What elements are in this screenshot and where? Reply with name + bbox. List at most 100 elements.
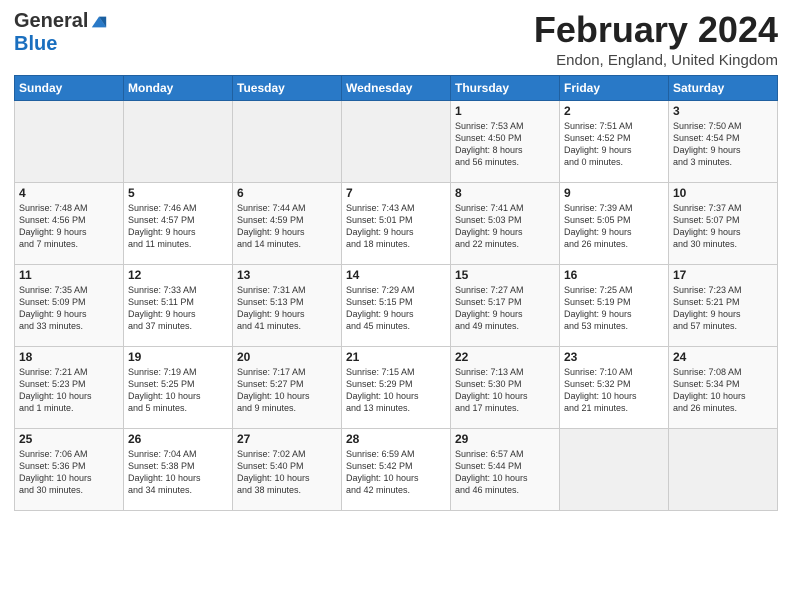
day-info: Sunrise: 7:31 AMSunset: 5:13 PMDaylight:… (237, 284, 337, 333)
day-number: 14 (346, 268, 446, 282)
day-info: Sunrise: 7:17 AMSunset: 5:27 PMDaylight:… (237, 366, 337, 415)
calendar-row-3: 11Sunrise: 7:35 AMSunset: 5:09 PMDayligh… (15, 264, 778, 346)
calendar-cell: 25Sunrise: 7:06 AMSunset: 5:36 PMDayligh… (15, 428, 124, 510)
day-info: Sunrise: 7:53 AMSunset: 4:50 PMDaylight:… (455, 120, 555, 169)
day-info: Sunrise: 6:57 AMSunset: 5:44 PMDaylight:… (455, 448, 555, 497)
header-area: General Blue February 2024 Endon, Englan… (14, 10, 778, 69)
day-info: Sunrise: 7:51 AMSunset: 4:52 PMDaylight:… (564, 120, 664, 169)
day-number: 10 (673, 186, 773, 200)
day-info: Sunrise: 7:50 AMSunset: 4:54 PMDaylight:… (673, 120, 773, 169)
day-number: 26 (128, 432, 228, 446)
calendar-cell: 5Sunrise: 7:46 AMSunset: 4:57 PMDaylight… (124, 182, 233, 264)
calendar-cell: 24 Sunrise: 7:08 AMSunset: 5:34 PMDayligh… (669, 346, 778, 428)
calendar-container: General Blue February 2024 Endon, Englan… (0, 0, 792, 517)
calendar-cell: 8Sunrise: 7:41 AMSunset: 5:03 PMDaylight… (451, 182, 560, 264)
day-info: Sunrise: 7:23 AMSunset: 5:21 PMDaylight:… (673, 284, 773, 333)
calendar-row-5: 25Sunrise: 7:06 AMSunset: 5:36 PMDayligh… (15, 428, 778, 510)
day-info: Sunrise: 7:15 AMSunset: 5:29 PMDaylight:… (346, 366, 446, 415)
calendar-cell: 13Sunrise: 7:31 AMSunset: 5:13 PMDayligh… (233, 264, 342, 346)
calendar-cell: 6 Sunrise: 7:44 AMSunset: 4:59 PMDaylight… (233, 182, 342, 264)
day-info: Sunrise: 7:25 AMSunset: 5:19 PMDaylight:… (564, 284, 664, 333)
calendar-cell: 26 Sunrise: 7:04 AMSunset: 5:38 PMDayligh… (124, 428, 233, 510)
col-wednesday: Wednesday (342, 75, 451, 100)
calendar-cell: 15 Sunrise: 7:27 AMSunset: 5:17 PMDayligh… (451, 264, 560, 346)
day-number: 15 (455, 268, 555, 282)
day-number: 29 (455, 432, 555, 446)
day-info: Sunrise: 7:21 AMSunset: 5:23 PMDaylight:… (19, 366, 119, 415)
calendar-cell: 3Sunrise: 7:50 AMSunset: 4:54 PMDaylight… (669, 100, 778, 182)
day-info: Sunrise: 7:37 AMSunset: 5:07 PMDaylight:… (673, 202, 773, 251)
calendar-cell: 29 Sunrise: 6:57 AMSunset: 5:44 PMDayligh… (451, 428, 560, 510)
calendar-row-2: 4 Sunrise: 7:48 AMSunset: 4:56 PMDaylight… (15, 182, 778, 264)
day-number: 16 (564, 268, 664, 282)
day-number: 24 (673, 350, 773, 364)
day-number: 4 (19, 186, 119, 200)
calendar-cell: 19 Sunrise: 7:19 AMSunset: 5:25 PMDayligh… (124, 346, 233, 428)
day-number: 8 (455, 186, 555, 200)
col-tuesday: Tuesday (233, 75, 342, 100)
day-number: 21 (346, 350, 446, 364)
header-row: Sunday Monday Tuesday Wednesday Thursday… (15, 75, 778, 100)
month-title: February 2024 (534, 10, 778, 50)
calendar-cell: 23 Sunrise: 7:10 AMSunset: 5:32 PMDayligh… (560, 346, 669, 428)
day-info: Sunrise: 7:10 AMSunset: 5:32 PMDaylight:… (564, 366, 664, 415)
col-monday: Monday (124, 75, 233, 100)
calendar-cell (669, 428, 778, 510)
day-number: 20 (237, 350, 337, 364)
day-number: 28 (346, 432, 446, 446)
day-info: Sunrise: 7:33 AMSunset: 5:11 PMDaylight:… (128, 284, 228, 333)
calendar-cell (124, 100, 233, 182)
day-info: Sunrise: 7:08 AMSunset: 5:34 PMDaylight:… (673, 366, 773, 415)
day-number: 6 (237, 186, 337, 200)
day-info: Sunrise: 7:39 AMSunset: 5:05 PMDaylight:… (564, 202, 664, 251)
day-info: Sunrise: 7:27 AMSunset: 5:17 PMDaylight:… (455, 284, 555, 333)
day-number: 7 (346, 186, 446, 200)
location-title: Endon, England, United Kingdom (534, 52, 778, 69)
calendar-body: 1Sunrise: 7:53 AMSunset: 4:50 PMDaylight… (15, 100, 778, 510)
day-number: 5 (128, 186, 228, 200)
calendar-cell: 7 Sunrise: 7:43 AMSunset: 5:01 PMDaylight… (342, 182, 451, 264)
calendar-cell: 21 Sunrise: 7:15 AMSunset: 5:29 PMDayligh… (342, 346, 451, 428)
day-number: 9 (564, 186, 664, 200)
day-number: 17 (673, 268, 773, 282)
day-info: Sunrise: 6:59 AMSunset: 5:42 PMDaylight:… (346, 448, 446, 497)
day-number: 12 (128, 268, 228, 282)
day-number: 23 (564, 350, 664, 364)
calendar-cell: 16 Sunrise: 7:25 AMSunset: 5:19 PMDayligh… (560, 264, 669, 346)
title-area: February 2024 Endon, England, United Kin… (534, 10, 778, 69)
day-info: Sunrise: 7:06 AMSunset: 5:36 PMDaylight:… (19, 448, 119, 497)
col-thursday: Thursday (451, 75, 560, 100)
day-number: 19 (128, 350, 228, 364)
col-sunday: Sunday (15, 75, 124, 100)
day-info: Sunrise: 7:48 AMSunset: 4:56 PMDaylight:… (19, 202, 119, 251)
logo: General Blue (14, 10, 108, 56)
day-info: Sunrise: 7:29 AMSunset: 5:15 PMDaylight:… (346, 284, 446, 333)
calendar-cell (342, 100, 451, 182)
calendar-cell: 22Sunrise: 7:13 AMSunset: 5:30 PMDayligh… (451, 346, 560, 428)
col-saturday: Saturday (669, 75, 778, 100)
calendar-cell: 2 Sunrise: 7:51 AMSunset: 4:52 PMDaylight… (560, 100, 669, 182)
day-info: Sunrise: 7:02 AMSunset: 5:40 PMDaylight:… (237, 448, 337, 497)
day-number: 22 (455, 350, 555, 364)
calendar-row-4: 18 Sunrise: 7:21 AMSunset: 5:23 PMDayligh… (15, 346, 778, 428)
calendar-cell: 14 Sunrise: 7:29 AMSunset: 5:15 PMDayligh… (342, 264, 451, 346)
col-friday: Friday (560, 75, 669, 100)
calendar-cell (15, 100, 124, 182)
calendar-cell (560, 428, 669, 510)
calendar-cell: 28 Sunrise: 6:59 AMSunset: 5:42 PMDayligh… (342, 428, 451, 510)
day-info: Sunrise: 7:19 AMSunset: 5:25 PMDaylight:… (128, 366, 228, 415)
day-info: Sunrise: 7:44 AMSunset: 4:59 PMDaylight:… (237, 202, 337, 251)
logo-blue-text: Blue (14, 33, 57, 56)
day-number: 18 (19, 350, 119, 364)
calendar-table: Sunday Monday Tuesday Wednesday Thursday… (14, 75, 778, 511)
calendar-cell: 27 Sunrise: 7:02 AMSunset: 5:40 PMDayligh… (233, 428, 342, 510)
day-info: Sunrise: 7:04 AMSunset: 5:38 PMDaylight:… (128, 448, 228, 497)
logo-icon (90, 13, 108, 31)
day-info: Sunrise: 7:35 AMSunset: 5:09 PMDaylight:… (19, 284, 119, 333)
calendar-cell: 20 Sunrise: 7:17 AMSunset: 5:27 PMDayligh… (233, 346, 342, 428)
day-number: 2 (564, 104, 664, 118)
calendar-cell: 10 Sunrise: 7:37 AMSunset: 5:07 PMDayligh… (669, 182, 778, 264)
calendar-cell (233, 100, 342, 182)
day-info: Sunrise: 7:43 AMSunset: 5:01 PMDaylight:… (346, 202, 446, 251)
day-number: 27 (237, 432, 337, 446)
